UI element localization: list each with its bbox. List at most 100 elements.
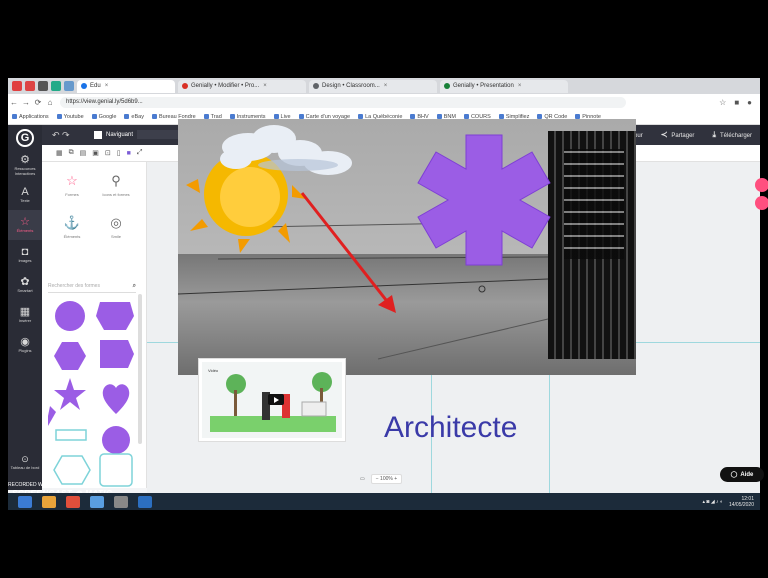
zoom-value: 100% (380, 476, 393, 482)
layers-icon[interactable]: ⧉ (69, 149, 74, 157)
badge-shape[interactable] (102, 426, 130, 454)
delete-icon[interactable]: ▯ (117, 149, 121, 157)
video-thumbnail[interactable]: Vidéo (198, 358, 346, 442)
sidebar-item[interactable]: A Texte (8, 180, 42, 210)
help-button[interactable]: ◯ Aide (720, 467, 764, 482)
shapes-grid (48, 301, 134, 487)
rotate-handle[interactable] (478, 285, 486, 293)
play-icon[interactable] (268, 394, 284, 405)
pinned-tab-icon[interactable] (51, 81, 61, 91)
sidebar-icon: ✿ (20, 276, 30, 288)
bookmark-item[interactable]: Youtube (56, 114, 84, 120)
browser-tab[interactable]: Design • Classroom... × (309, 79, 437, 93)
url-input[interactable]: https://view.genial.ly/5d6b9... (60, 96, 626, 108)
tab-favicon (182, 83, 188, 89)
app-icon[interactable] (90, 495, 104, 508)
circle-shape[interactable] (55, 301, 85, 331)
browser-tab[interactable]: Genially • Presentation × (440, 79, 568, 93)
sidebar-item[interactable]: ◘ Images (8, 240, 42, 270)
browser-tab[interactable]: Edu × (77, 79, 175, 93)
heart-shape[interactable] (102, 384, 130, 414)
sidebar-icon: A (21, 186, 29, 198)
rounded-pentagon-shape[interactable] (96, 302, 134, 330)
panel-tile[interactable]: ◎ Smile (98, 212, 134, 252)
close-icon[interactable]: × (105, 83, 109, 89)
start-icon[interactable] (18, 495, 32, 508)
lock-icon[interactable]: ⊡ (105, 149, 111, 157)
dashboard-link[interactable]: ⊙ Tableau de bord (8, 454, 42, 470)
panel-tile[interactable]: ⚓ Éléments (54, 212, 90, 252)
clock[interactable]: 12:01 14/05/2020 (729, 496, 754, 508)
copy-icon[interactable]: ▤ (80, 149, 87, 157)
sidebar-icon: ◉ (20, 336, 30, 348)
profile-icon[interactable]: ● (747, 98, 752, 107)
bookmark-label: Youtube (63, 114, 84, 120)
partial-shape[interactable] (48, 406, 56, 426)
bookmark-item[interactable]: Google (91, 114, 116, 120)
hexagon-outline-shape[interactable] (53, 455, 91, 485)
tile-icon: ☆ (66, 173, 78, 188)
genially-logo[interactable]: G (8, 125, 42, 150)
app-icon[interactable] (114, 495, 128, 508)
color-icon[interactable]: ■ (127, 150, 131, 157)
rectangle-outline-shape[interactable] (55, 429, 87, 441)
slide-title-text[interactable]: Architecte (384, 411, 517, 445)
pinned-tab-icon[interactable] (38, 81, 48, 91)
hexagon-shape[interactable] (54, 342, 86, 370)
sidebar-label: Plugins (18, 348, 32, 353)
sidebar-label: Smartart (17, 288, 33, 293)
sidebar-item[interactable]: ✿ Smartart (8, 270, 42, 300)
home-icon[interactable]: ⌂ (44, 98, 56, 107)
back-icon[interactable]: ← (8, 98, 20, 107)
tray-icons[interactable]: ▴ ◙ ◢ ♪ ◐ (703, 499, 723, 505)
chrome-icon[interactable] (66, 495, 80, 508)
pinned-tab-icon[interactable] (12, 81, 22, 91)
bookmark-item[interactable]: Applications (12, 114, 49, 120)
browser-tab[interactable]: Genially • Modifier • Pro... × (178, 79, 306, 93)
arrow-badge-shape[interactable] (100, 340, 134, 368)
search-placeholder: Rechercher des formes (48, 283, 100, 289)
align-icon[interactable]: ▦ (56, 149, 63, 157)
explorer-icon[interactable] (42, 495, 56, 508)
panel-tile[interactable]: ☆ Formes (54, 170, 90, 210)
close-icon[interactable]: × (518, 83, 522, 89)
sidebar-item[interactable]: ▦ Insérer (8, 300, 42, 330)
shape-search-input[interactable]: Rechercher des formes ⌕ (48, 283, 136, 293)
tile-label: Icons et formes (102, 192, 130, 197)
dashboard-icon: ⊙ (21, 454, 29, 464)
top-action-button[interactable]: ≺ Partager (661, 130, 695, 140)
close-icon[interactable]: × (263, 83, 267, 89)
action-icon: ⤓ (712, 130, 716, 139)
star-shape[interactable] (54, 378, 86, 410)
close-icon[interactable]: × (384, 83, 388, 89)
screen-icon[interactable]: ▭ (360, 476, 365, 482)
forward-icon[interactable]: → (20, 98, 32, 107)
sidebar-item[interactable]: ◉ Plugins (8, 330, 42, 360)
sidebar-item[interactable]: ☆ Éléments (8, 210, 42, 240)
pink-shape[interactable] (755, 196, 768, 210)
pinned-tab-icon[interactable] (64, 81, 74, 91)
star-of-life-shape[interactable] (417, 134, 551, 266)
star-icon[interactable]: ☆ (719, 98, 726, 107)
panel-scrollbar[interactable] (138, 294, 142, 444)
red-arrow[interactable] (300, 192, 392, 306)
bookmark-icon (12, 114, 17, 120)
panel-tile[interactable]: ⚲ Icons et formes (98, 170, 134, 210)
bookmark-item[interactable]: eBay (124, 114, 144, 120)
sidebar-icon: ☆ (20, 216, 30, 228)
expand-icon[interactable]: ⤢ (137, 149, 143, 157)
undo-redo-icons[interactable]: ↶ ↷ (52, 130, 70, 141)
tab-favicon (444, 83, 450, 89)
extension-icon[interactable]: ■ (734, 98, 739, 107)
reload-icon[interactable]: ⟳ (32, 98, 44, 107)
pinned-tab-icon[interactable] (25, 81, 35, 91)
zoom-selector[interactable]: − 100% + (370, 474, 403, 484)
group-icon[interactable]: ▣ (92, 149, 99, 157)
top-action-button[interactable]: ⤓ Télécharger (712, 130, 752, 140)
app-icon[interactable] (138, 495, 152, 508)
square-outline-shape[interactable] (99, 453, 133, 487)
sidebar-item[interactable]: ⚙ Ressources Interactives (8, 150, 42, 180)
slide[interactable] (178, 119, 636, 375)
pink-shape[interactable] (755, 178, 768, 192)
search-icon[interactable]: ⌕ (133, 283, 136, 290)
